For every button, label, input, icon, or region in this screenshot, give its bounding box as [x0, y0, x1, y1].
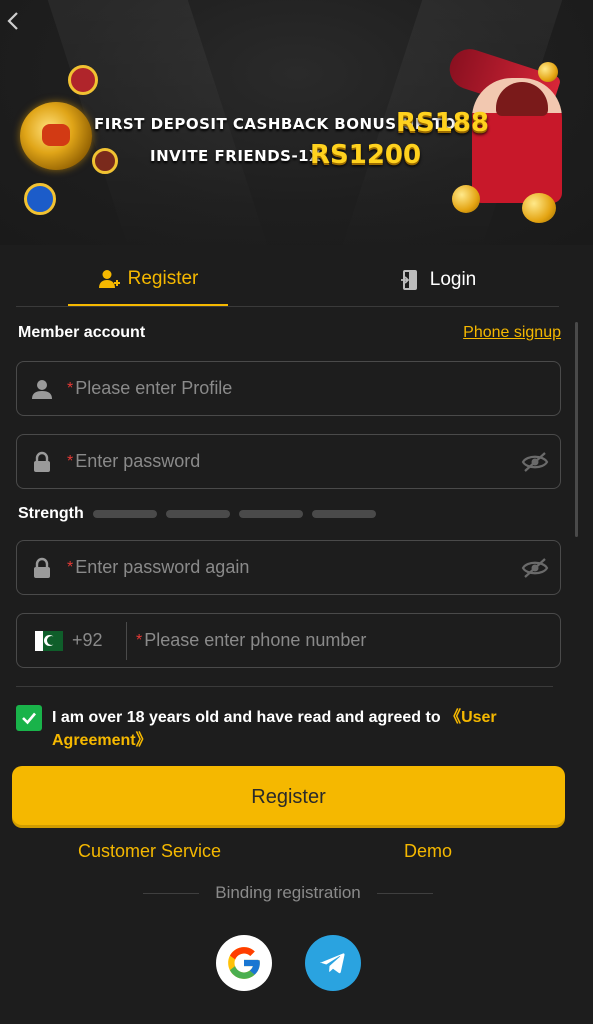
login-door-icon — [400, 269, 417, 290]
lock-icon-wrap — [17, 557, 67, 579]
user-add-icon — [98, 269, 120, 288]
banner-amount-2: RS1200 — [310, 140, 422, 170]
promo-banner[interactable]: FIRST DEPOSIT CASHBACK BONUS UP TO RS188… — [0, 0, 593, 245]
gold-coin-icon — [538, 62, 558, 82]
lock-icon — [34, 557, 50, 578]
user-icon — [32, 379, 52, 399]
country-code[interactable]: +92 — [72, 630, 126, 651]
strength-bar — [166, 510, 230, 518]
required-mark: * — [67, 379, 74, 397]
strength-bar — [239, 510, 303, 518]
required-mark: * — [67, 558, 74, 576]
scrollbar[interactable] — [575, 322, 578, 537]
back-button[interactable] — [2, 8, 24, 34]
member-account-label: Member account — [18, 324, 146, 341]
divider — [16, 686, 553, 687]
profile-field[interactable]: * — [16, 361, 561, 416]
agreement-text: I am over 18 years old and have read and… — [52, 706, 552, 752]
casino-chip-icon — [68, 65, 98, 95]
chevron-left-icon — [7, 12, 18, 30]
register-button[interactable]: Register — [12, 766, 565, 828]
golden-mask-icon — [20, 102, 92, 170]
strength-bar — [93, 510, 157, 518]
toggle-password-visibility[interactable] — [510, 451, 560, 473]
binding-registration-label: Binding registration — [215, 883, 361, 902]
checkmark-icon — [22, 712, 36, 725]
gold-coin-icon — [452, 185, 480, 213]
password-input[interactable] — [75, 451, 510, 472]
gold-coin-icon — [522, 193, 556, 223]
banner-amount-1: RS188 — [396, 108, 490, 138]
banner-text-line2: INVITE FRIENDS-1X — [150, 147, 322, 165]
eye-off-icon — [521, 451, 549, 472]
phone-signup-link[interactable]: Phone signup — [463, 324, 561, 342]
required-mark: * — [67, 452, 74, 470]
password-confirm-field[interactable]: * — [16, 540, 561, 595]
binding-registration-divider: Binding registration — [140, 882, 436, 904]
toggle-password-confirm-visibility[interactable] — [510, 557, 560, 579]
casino-chip-icon — [92, 148, 118, 174]
google-signin-button[interactable] — [216, 935, 272, 991]
divider-line — [143, 892, 200, 894]
demo-link[interactable]: Demo — [404, 841, 452, 862]
agree-checkbox[interactable] — [16, 705, 42, 731]
tab-login[interactable]: Login — [368, 253, 508, 306]
phone-field[interactable]: +92 * — [16, 613, 561, 668]
agreement-statement: I am over 18 years old and have read and… — [52, 709, 441, 726]
telegram-icon — [320, 953, 345, 974]
strength-bar — [312, 510, 376, 518]
google-icon — [228, 947, 260, 979]
lock-icon-wrap — [17, 451, 67, 473]
tab-register-label: Register — [127, 267, 199, 289]
lock-icon — [34, 451, 50, 472]
casino-chip-icon — [24, 183, 56, 215]
divider-line — [376, 892, 433, 894]
strength-label: Strength — [18, 505, 84, 522]
tab-register[interactable]: Register — [68, 253, 228, 306]
user-icon-wrap — [17, 378, 67, 400]
password-field[interactable]: * — [16, 434, 561, 489]
password-confirm-input[interactable] — [75, 557, 510, 578]
eye-off-icon — [521, 557, 549, 578]
pakistan-flag-icon[interactable] — [35, 630, 63, 651]
tab-login-label: Login — [429, 268, 477, 290]
register-screen: FIRST DEPOSIT CASHBACK BONUS UP TO RS188… — [0, 0, 593, 1024]
phone-input[interactable] — [144, 630, 560, 651]
divider — [126, 621, 127, 660]
telegram-signin-button[interactable] — [305, 935, 361, 991]
customer-service-link[interactable]: Customer Service — [78, 841, 221, 862]
auth-tabs: Register Login — [16, 253, 559, 307]
required-mark: * — [136, 631, 143, 649]
profile-input[interactable] — [75, 378, 560, 399]
